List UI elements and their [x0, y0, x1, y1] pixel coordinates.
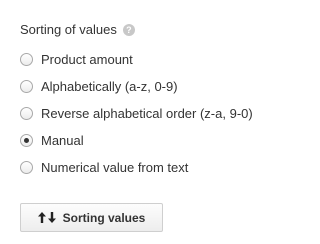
- option-alphabetically[interactable]: Alphabetically (a-z, 0-9): [20, 77, 253, 95]
- sorting-panel: Sorting of values ? Product amount Alpha…: [0, 0, 259, 244]
- option-manual[interactable]: Manual: [20, 131, 253, 149]
- radio-reverse-alphabetical[interactable]: [20, 106, 33, 120]
- option-label: Product amount: [41, 51, 133, 67]
- radio-numerical-value[interactable]: [20, 160, 33, 174]
- radio-product-amount[interactable]: [20, 52, 33, 66]
- radio-alphabetically[interactable]: [20, 79, 33, 93]
- option-product-amount[interactable]: Product amount: [20, 50, 253, 68]
- sorting-options: Product amount Alphabetically (a-z, 0-9)…: [20, 50, 253, 185]
- sorting-heading: Sorting of values ?: [20, 22, 135, 37]
- option-label: Reverse alphabetical order (z-a, 9-0): [41, 105, 253, 121]
- radio-manual[interactable]: [20, 133, 33, 147]
- help-icon[interactable]: ?: [122, 23, 135, 36]
- option-label: Manual: [41, 132, 84, 148]
- sorting-title: Sorting of values: [20, 22, 117, 37]
- option-label: Alphabetically (a-z, 0-9): [41, 78, 178, 94]
- option-numerical-value[interactable]: Numerical value from text: [20, 158, 253, 176]
- option-label: Numerical value from text: [41, 159, 189, 175]
- sorting-values-button[interactable]: Sorting values: [20, 203, 163, 232]
- option-reverse-alphabetical[interactable]: Reverse alphabetical order (z-a, 9-0): [20, 104, 253, 122]
- sort-up-down-arrows-icon: [37, 212, 56, 223]
- sorting-values-button-label: Sorting values: [62, 210, 146, 225]
